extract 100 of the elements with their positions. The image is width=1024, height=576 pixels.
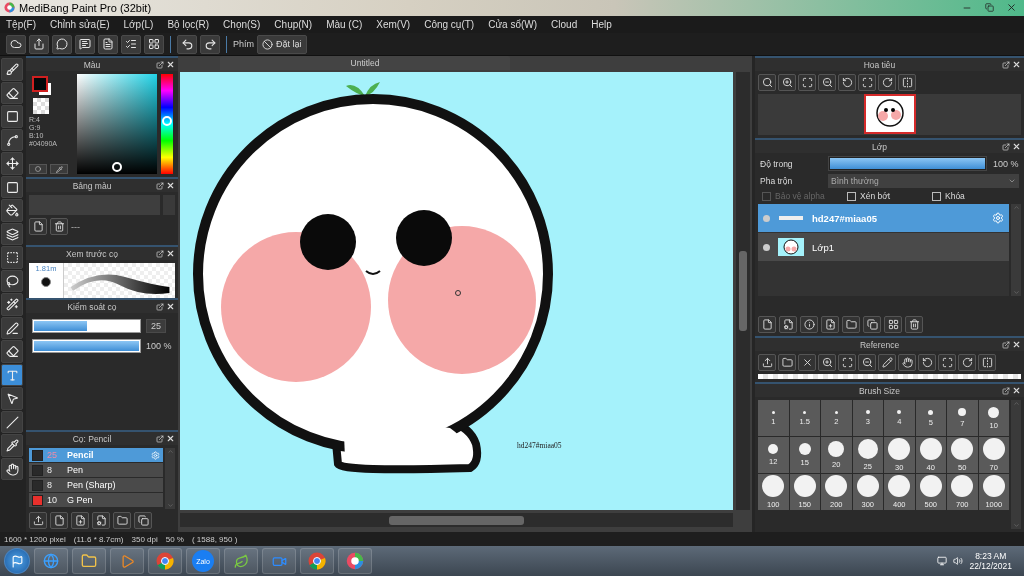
fit-button[interactable]	[798, 74, 816, 92]
rotate-right-button[interactable]	[958, 354, 976, 372]
tool-button[interactable]	[1, 269, 23, 293]
tool-button[interactable]	[1, 387, 23, 410]
flip-button[interactable]	[898, 74, 916, 92]
cloud-button[interactable]	[6, 34, 26, 54]
scrollbar[interactable]	[1011, 400, 1021, 530]
vertical-scrollbar[interactable]	[736, 72, 750, 511]
scrollbar[interactable]	[1011, 204, 1021, 297]
undo-button[interactable]	[177, 34, 197, 54]
comment-button[interactable]	[75, 34, 95, 54]
scrollbar[interactable]	[165, 448, 175, 510]
tool-button[interactable]	[1, 175, 23, 199]
tool-button[interactable]	[1, 246, 23, 269]
checkbox[interactable]	[847, 191, 856, 201]
menu-item[interactable]: Tệp(F)	[6, 18, 36, 30]
brush-item[interactable]: 8 Pen (Sharp)	[29, 478, 163, 493]
taskbar-app[interactable]	[300, 548, 334, 575]
tool-button[interactable]	[1, 293, 23, 316]
rotate-left-button[interactable]	[918, 354, 936, 372]
file-settings-button[interactable]	[92, 512, 110, 530]
trash-button[interactable]	[905, 316, 923, 334]
brush-item[interactable]: 10 G Pen	[29, 493, 163, 508]
dropper-button[interactable]	[50, 164, 68, 175]
new-file-button[interactable]	[29, 218, 47, 236]
tool-button[interactable]	[1, 363, 23, 387]
close-button[interactable]	[165, 248, 175, 259]
float-button[interactable]	[155, 248, 165, 259]
hand-button[interactable]	[898, 354, 916, 372]
settings-icon[interactable]	[992, 212, 1004, 225]
close-button[interactable]	[1011, 385, 1021, 396]
float-button[interactable]	[155, 59, 165, 70]
folder-button[interactable]	[842, 316, 860, 334]
float-button[interactable]	[1001, 59, 1011, 70]
tool-button[interactable]	[1, 105, 23, 128]
blend-dropdown[interactable]: Bình thường	[828, 174, 1019, 189]
size-field[interactable]: 25	[146, 319, 166, 334]
brush-item[interactable]: 8 Pen	[29, 463, 163, 478]
reset-button[interactable]: Đặt lại	[257, 34, 307, 54]
close-button[interactable]	[165, 301, 175, 312]
checkbox[interactable]	[932, 191, 941, 201]
tool-button[interactable]	[1, 128, 23, 152]
zoom-in-button[interactable]	[818, 354, 836, 372]
float-button[interactable]	[1001, 339, 1011, 350]
menu-item[interactable]: Chỉnh sửa(E)	[50, 18, 110, 30]
file-settings-button[interactable]	[779, 316, 797, 334]
menu-item[interactable]: Cửa sổ(W)	[488, 18, 538, 30]
share-button[interactable]	[29, 34, 49, 54]
tool-button[interactable]	[1, 410, 23, 434]
slider-thumb[interactable]	[162, 116, 172, 127]
tool-button[interactable]	[1, 316, 23, 340]
menu-item[interactable]: Help	[591, 18, 612, 30]
upload-button[interactable]	[758, 354, 776, 372]
menu-item[interactable]: Chọn(S)	[223, 18, 261, 30]
merge-button[interactable]	[884, 316, 902, 334]
fit-button[interactable]	[938, 354, 956, 372]
tool-button[interactable]	[1, 340, 23, 363]
palette-button[interactable]	[29, 164, 47, 175]
upload-button[interactable]	[29, 512, 47, 530]
float-button[interactable]	[155, 433, 165, 444]
zoom-out-button[interactable]	[858, 354, 876, 372]
add-file-button[interactable]	[71, 512, 89, 530]
menu-item[interactable]: Bộ lọc(R)	[167, 18, 210, 30]
float-button[interactable]	[1001, 385, 1011, 396]
slider-track[interactable]	[32, 319, 141, 334]
folder-button[interactable]	[113, 512, 131, 530]
menu-item[interactable]: Màu (C)	[326, 18, 363, 30]
list-button[interactable]	[121, 34, 141, 54]
zoom-button[interactable]	[758, 74, 776, 92]
taskbar-app[interactable]	[148, 548, 182, 575]
tool-button[interactable]	[1, 152, 23, 175]
horizontal-scrollbar[interactable]	[180, 513, 733, 528]
rotate-left-button[interactable]	[838, 74, 856, 92]
zoom-in-button[interactable]	[778, 74, 796, 92]
close-button[interactable]	[165, 433, 175, 444]
copy-button[interactable]	[863, 316, 881, 334]
taskbar-app[interactable]	[338, 548, 372, 575]
fit-button[interactable]	[838, 354, 856, 372]
close-button[interactable]	[1011, 59, 1021, 70]
menu-item[interactable]: Xem(V)	[376, 18, 411, 30]
float-button[interactable]	[155, 180, 165, 191]
float-button[interactable]	[155, 301, 165, 312]
close-button[interactable]	[165, 59, 175, 70]
close-button[interactable]	[798, 354, 816, 372]
visibility-icon[interactable]	[763, 243, 770, 251]
color-field[interactable]	[77, 74, 157, 175]
tool-button[interactable]	[1, 81, 23, 105]
flip-button[interactable]	[978, 354, 996, 372]
tool-button[interactable]	[1, 434, 23, 457]
grid-button[interactable]	[144, 34, 164, 54]
new-file-button[interactable]	[50, 512, 68, 530]
info-button[interactable]	[800, 316, 818, 334]
transparent-swatch[interactable]	[33, 98, 49, 115]
menu-item[interactable]: Công cụ(T)	[424, 18, 475, 30]
close-button[interactable]	[1011, 141, 1021, 152]
start-button[interactable]	[4, 548, 30, 575]
fit-button[interactable]	[858, 74, 876, 92]
trash-button[interactable]	[50, 218, 68, 236]
menu-item[interactable]: Lớp(L)	[123, 18, 154, 30]
layer-row[interactable]: Lớp1	[758, 233, 1009, 262]
